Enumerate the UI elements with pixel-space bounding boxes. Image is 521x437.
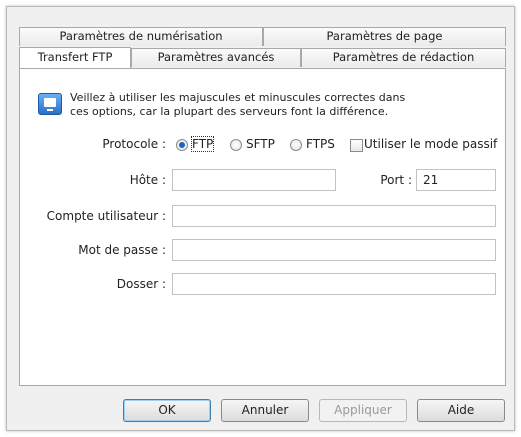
info-icon [38,93,62,115]
passive-mode-label[interactable]: Utiliser le mode passif [364,137,497,151]
account-label: Compte utilisateur : [46,209,166,223]
apply-button[interactable]: Appliquer [319,399,407,422]
protocol-sftp-label[interactable]: SFTP [246,137,275,151]
protocol-ftp-label[interactable]: FTP [190,136,215,152]
port-label: Port : [380,173,412,187]
tab-page-settings[interactable]: Paramètres de page [263,27,506,46]
host-label: Hôte : [129,173,166,187]
tab-advanced-settings[interactable]: Paramètres avancés [131,48,301,67]
ftp-transfer-panel: Veillez à utiliser les majuscules et min… [19,68,506,386]
info-message: Veillez à utiliser les majuscules et min… [70,91,490,119]
help-button[interactable]: Aide [417,399,505,422]
protocol-ftps-radio[interactable] [290,139,302,151]
protocol-ftp-radio[interactable] [176,139,188,151]
protocol-ftps-label[interactable]: FTPS [306,137,335,151]
account-input[interactable] [172,205,496,227]
ok-button[interactable]: OK [123,399,211,422]
password-input[interactable] [172,239,496,261]
password-label: Mot de passe : [78,243,166,257]
protocol-label: Protocole : [102,137,166,151]
ftp-settings-dialog: Paramètres de numérisation Paramètres de… [6,6,515,431]
protocol-sftp-radio[interactable] [230,139,242,151]
tab-scan-settings[interactable]: Paramètres de numérisation [19,27,263,46]
tab-redaction-settings[interactable]: Paramètres de rédaction [301,48,506,67]
tab-ftp-transfer[interactable]: Transfert FTP [19,47,131,68]
cancel-button[interactable]: Annuler [221,399,309,422]
info-line-1: Veillez à utiliser les majuscules et min… [70,91,406,104]
host-input[interactable] [172,169,336,191]
folder-label: Dosser : [116,277,166,291]
info-line-2: ces options, car la plupart des serveurs… [70,105,389,118]
passive-mode-checkbox[interactable] [350,139,363,152]
folder-input[interactable] [172,273,496,295]
port-input[interactable]: 21 [416,169,496,191]
